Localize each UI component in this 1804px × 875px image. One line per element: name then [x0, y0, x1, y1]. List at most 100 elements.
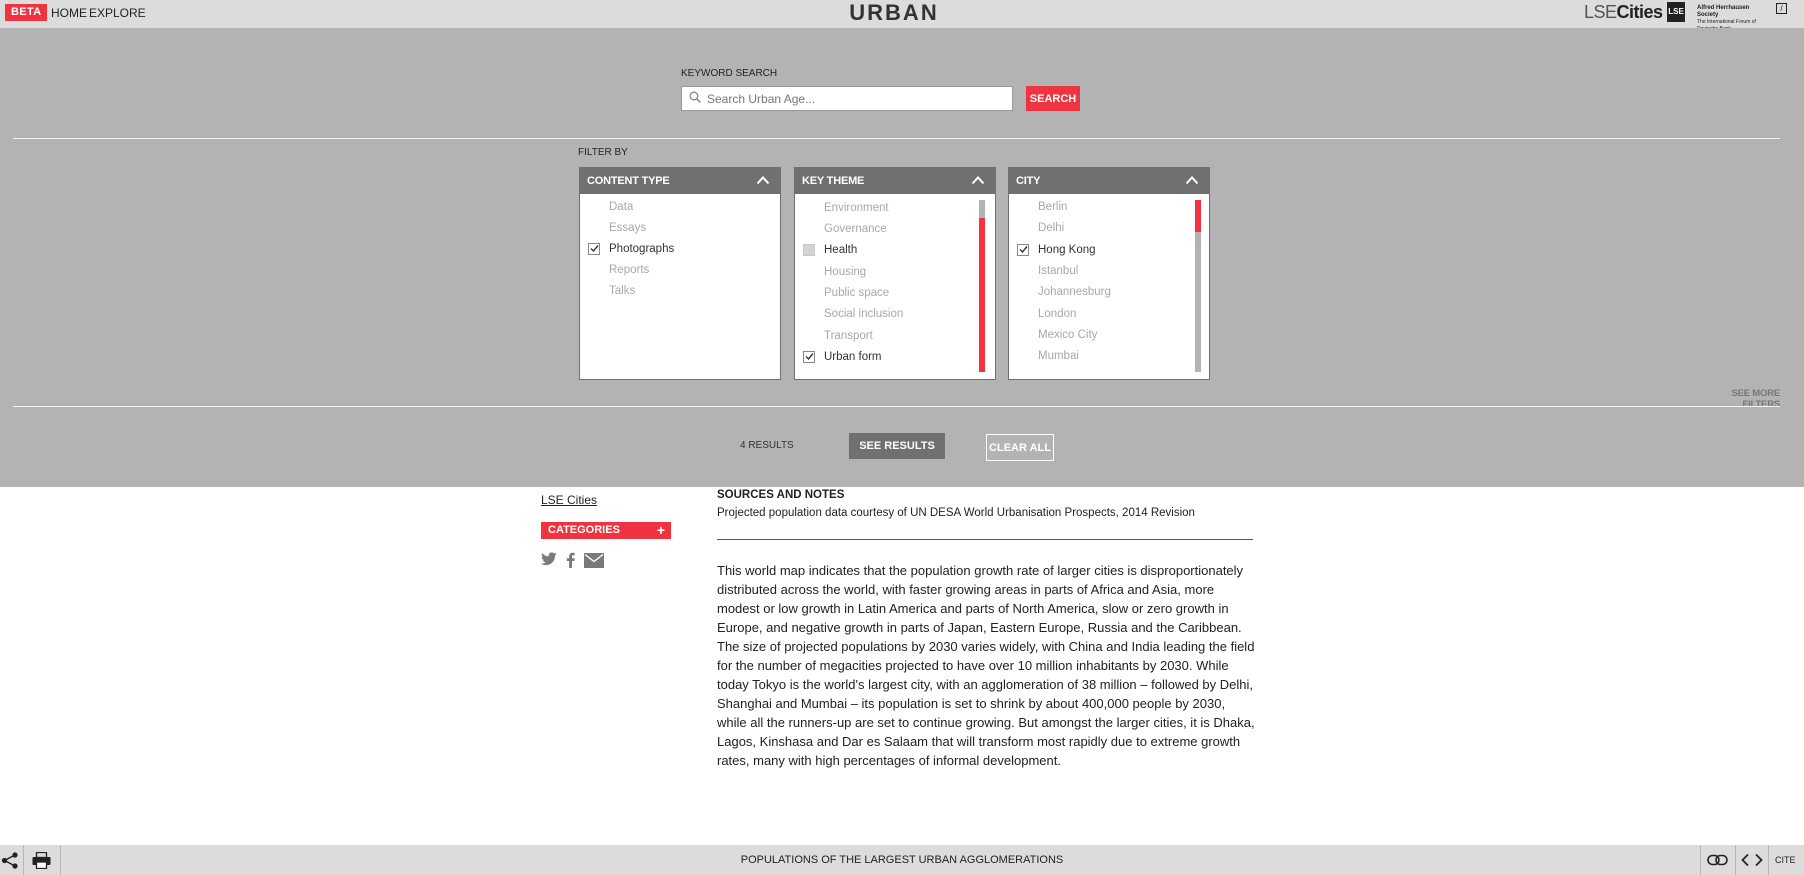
checkbox[interactable]	[588, 243, 600, 255]
ahs-logo-title: Alfred Herrhausen Society	[1697, 5, 1750, 18]
chevron-up-icon	[756, 176, 770, 185]
filter-option-urban-form[interactable]: Urban form	[795, 347, 965, 367]
filter-option-label: Delhi	[1038, 222, 1065, 234]
filter-option-label: Public space	[824, 287, 890, 299]
filter-option-delhi[interactable]: Delhi	[1009, 218, 1179, 238]
filter-option-label: Mexico City	[1038, 329, 1098, 341]
filter-option-essays[interactable]: Essays	[580, 218, 750, 238]
filter-option-label: Social inclusion	[824, 308, 904, 320]
scrollbar-thumb[interactable]	[1195, 200, 1201, 232]
filter-option-istanbul[interactable]: Istanbul	[1009, 261, 1179, 281]
filter-header-city[interactable]: CITY	[1009, 168, 1209, 194]
filter-option-label: Hong Kong	[1038, 244, 1096, 256]
author-link[interactable]: LSE Cities	[541, 493, 597, 508]
filter-option-talks[interactable]: Talks	[580, 281, 750, 301]
filter-option-label: Data	[609, 201, 634, 213]
search-filter-panel: KEYWORD SEARCH SEARCH FILTER BY CONTENT …	[0, 28, 1804, 487]
sources-text: Projected population data courtesy of UN…	[717, 507, 1195, 519]
scrollbar-thumb[interactable]	[979, 218, 985, 372]
filter-header-content-type[interactable]: CONTENT TYPE	[580, 168, 780, 194]
filter-option-label: Berlin	[1038, 201, 1068, 213]
checkbox[interactable]	[803, 351, 815, 363]
toolbar-separator	[1768, 845, 1769, 875]
filter-option-social-inclusion[interactable]: Social inclusion	[795, 304, 965, 324]
filter-header-key-theme[interactable]: KEY THEME	[795, 168, 995, 194]
filter-option-label: Photographs	[609, 243, 675, 255]
filter-option-label: Transport	[824, 330, 873, 342]
filter-option-mexico-city[interactable]: Mexico City	[1009, 325, 1179, 345]
filter-option-data[interactable]: Data	[580, 197, 750, 217]
search-button[interactable]: SEARCH	[1026, 86, 1080, 111]
filter-option-johannesburg[interactable]: Johannesburg	[1009, 282, 1179, 302]
filter-option-reports[interactable]: Reports	[580, 260, 750, 280]
filter-option-mumbai[interactable]: Mumbai	[1009, 346, 1179, 366]
content-divider	[717, 539, 1253, 540]
description-text: This world map indicates that the popula…	[717, 563, 1255, 768]
filter-option-governance[interactable]: Governance	[795, 219, 965, 239]
filter-title: CITY	[1016, 175, 1041, 187]
chevron-up-icon	[971, 176, 985, 185]
nav-home-link[interactable]: HOME	[51, 6, 87, 20]
deutsche-bank-logo[interactable]: /	[1776, 3, 1787, 14]
print-icon[interactable]	[32, 852, 51, 869]
filter-option-label: London	[1038, 308, 1077, 320]
filter-option-health[interactable]: Health	[795, 240, 965, 260]
lse-badge-logo[interactable]: LSE	[1667, 2, 1685, 22]
search-input[interactable]	[707, 87, 1007, 110]
categories-toggle[interactable]: CATEGORIES +	[541, 522, 671, 539]
toolbar-separator	[1700, 845, 1701, 875]
filter-option-environment[interactable]: Environment	[795, 198, 965, 218]
beta-badge: BETA	[5, 4, 48, 21]
categories-label: CATEGORIES	[548, 524, 620, 536]
filter-option-berlin[interactable]: Berlin	[1009, 197, 1179, 217]
checkmark-icon	[590, 245, 599, 253]
filter-content-type: CONTENT TYPE Data Essays Photographs Rep…	[579, 167, 781, 380]
filter-option-label: Essays	[609, 222, 647, 234]
filter-option-label: Governance	[824, 223, 887, 235]
filter-key-theme: KEY THEME Environment Governance Health …	[794, 167, 996, 380]
facebook-icon[interactable]	[566, 552, 575, 568]
clear-all-button[interactable]: CLEAR ALL	[986, 434, 1054, 461]
filter-option-label: Urban form	[824, 351, 882, 363]
plus-icon: +	[656, 522, 665, 538]
embed-icon[interactable]	[1741, 853, 1763, 867]
filter-option-hong-kong[interactable]: Hong Kong	[1009, 240, 1179, 260]
link-icon[interactable]	[1707, 854, 1728, 866]
filter-option-label: Johannesburg	[1038, 286, 1111, 298]
filter-option-london[interactable]: London	[1009, 304, 1179, 324]
toolbar-separator	[60, 845, 61, 875]
share-icon[interactable]	[1, 852, 19, 869]
filter-option-transport[interactable]: Transport	[795, 326, 965, 346]
top-bar: BETA HOME EXPLORE URBAN AGE LSECities LS…	[0, 0, 1804, 49]
filter-option-label: Reports	[609, 264, 650, 276]
nav-explore-link[interactable]: EXPLORE	[89, 6, 146, 20]
chevron-up-icon	[1185, 176, 1199, 185]
scrollbar[interactable]	[1195, 200, 1201, 372]
cite-button[interactable]: CITE	[1775, 854, 1796, 866]
filter-option-label: Health	[824, 244, 858, 256]
filter-option-photographs[interactable]: Photographs	[580, 239, 750, 259]
filter-option-housing[interactable]: Housing	[795, 262, 965, 282]
email-icon[interactable]	[584, 553, 604, 568]
filter-title: KEY THEME	[802, 175, 865, 187]
twitter-icon[interactable]	[541, 552, 557, 566]
sources-title: SOURCES AND NOTES	[717, 489, 845, 501]
filter-option-public-space[interactable]: Public space	[795, 283, 965, 303]
checkbox[interactable]	[1017, 244, 1029, 256]
filter-option-label: Environment	[824, 202, 889, 214]
lse-cities-logo-light: LSE	[1584, 2, 1617, 22]
scrollbar[interactable]	[979, 200, 985, 372]
see-results-button[interactable]: SEE RESULTS	[849, 433, 945, 459]
lse-cities-logo-bold: Cities	[1616, 2, 1664, 22]
filter-option-label: Housing	[824, 266, 867, 278]
checkmark-icon	[805, 353, 814, 361]
panel-divider-bottom	[13, 406, 1780, 407]
lse-cities-logo[interactable]: LSECities	[1584, 2, 1663, 22]
filter-option-label: Istanbul	[1038, 265, 1079, 277]
keyword-search-label: KEYWORD SEARCH	[681, 68, 778, 79]
filter-city: CITY Berlin Delhi Hong Kong Istanbul Joh…	[1008, 167, 1210, 380]
checkbox[interactable]	[803, 244, 815, 256]
checkmark-icon	[1019, 246, 1028, 254]
filter-option-label: Talks	[609, 285, 636, 297]
bottom-toolbar: POPULATIONS OF THE LARGEST URBAN AGGLOME…	[0, 845, 1804, 875]
